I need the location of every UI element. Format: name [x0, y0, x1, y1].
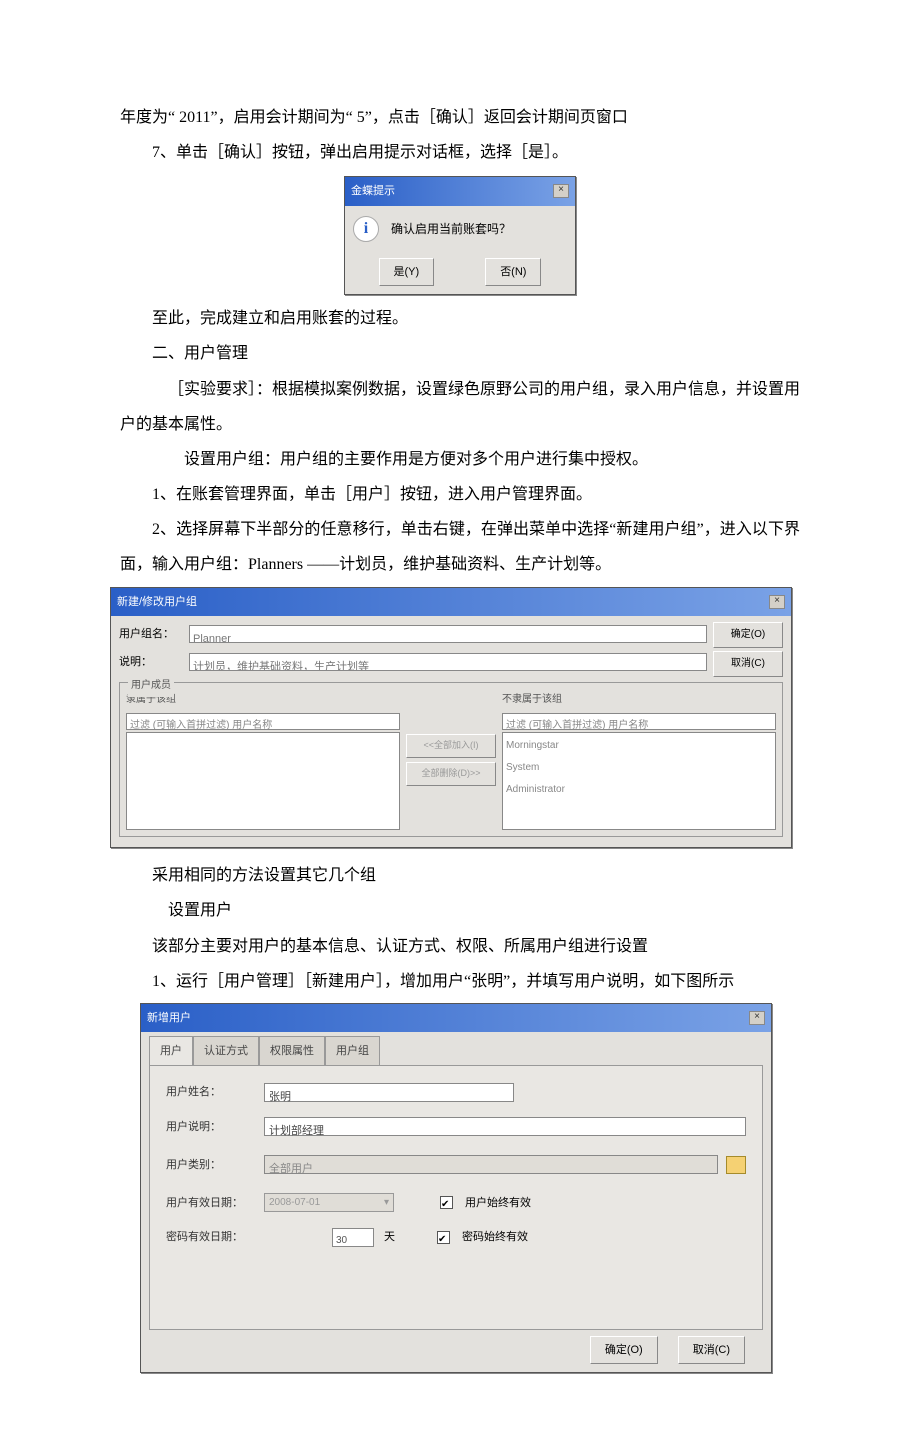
heading-user-management: 二、用户管理 — [120, 336, 800, 371]
cancel-button[interactable]: 取消(C) — [713, 651, 783, 677]
no-button[interactable]: 否(N) — [485, 258, 541, 286]
pwd-days-input[interactable]: 30 — [332, 1228, 374, 1247]
text-group-step2: 2、选择屏幕下半部分的任意移行，单击右键，在弹出菜单中选择“新建用户组”，进入以… — [120, 512, 800, 582]
user-type-label: 用户类别： — [166, 1153, 256, 1177]
user-group-dialog-title: 新建/修改用户组 — [117, 590, 197, 614]
confirm-dialog: 金蝶提示 × i 确认启用当前账套吗？ 是(Y) 否(N) — [344, 176, 576, 295]
tab-auth[interactable]: 认证方式 — [193, 1036, 259, 1065]
add-all-button[interactable]: <<全部加入(I) — [406, 734, 496, 758]
member-right-filter[interactable]: 过滤 (可输入首拼过滤) 用户名称 — [502, 713, 776, 730]
close-icon[interactable]: × — [769, 595, 785, 609]
ok-button[interactable]: 确定(O) — [590, 1336, 658, 1364]
user-type-input[interactable]: 全部用户 — [264, 1155, 718, 1174]
pwd-always-valid-checkbox[interactable] — [437, 1231, 450, 1244]
tab-group[interactable]: 用户组 — [325, 1036, 380, 1065]
user-always-valid-label: 用户始终有效 — [465, 1191, 531, 1215]
user-valid-label: 用户有效日期： — [166, 1191, 256, 1215]
cancel-button[interactable]: 取消(C) — [678, 1336, 745, 1364]
confirm-dialog-message: 确认启用当前账套吗？ — [391, 216, 511, 242]
user-desc-input[interactable]: 计划部经理 — [264, 1117, 746, 1136]
tab-perm[interactable]: 权限属性 — [259, 1036, 325, 1065]
user-desc-label: 用户说明： — [166, 1115, 256, 1139]
new-user-dialog-title: 新增用户 — [147, 1006, 191, 1030]
group-desc-label: 说明： — [119, 650, 183, 674]
text-set-user-desc: 该部分主要对用户的基本信息、认证方式、权限、所属用户组进行设置 — [120, 929, 800, 964]
close-icon[interactable]: × — [553, 184, 569, 198]
remove-all-button[interactable]: 全部删除(D)>> — [406, 762, 496, 786]
group-name-label: 用户组名： — [119, 622, 183, 646]
text-done: 至此，完成建立和启用账套的过程。 — [120, 301, 800, 336]
member-left-filter[interactable]: 过滤 (可输入首拼过滤) 用户名称 — [126, 713, 400, 730]
group-desc-input[interactable]: 计划员，维护基础资料，生产计划等 — [189, 653, 707, 671]
text-set-user: 设置用户 — [120, 893, 800, 928]
yes-button[interactable]: 是(Y) — [379, 258, 435, 286]
text-set-group: 设置用户组：用户组的主要作用是方便对多个用户进行集中授权。 — [120, 442, 800, 477]
text-same-method: 采用相同的方法设置其它几个组 — [120, 858, 800, 893]
user-name-input[interactable]: 张明 — [264, 1083, 514, 1102]
pwd-valid-label: 密码有效日期： — [166, 1225, 256, 1249]
text-user-step1: 1、运行［用户管理］［新建用户］，增加用户“张明”，并填写用户说明，如下图所示 — [120, 964, 800, 999]
user-always-valid-checkbox[interactable] — [440, 1196, 453, 1209]
text-group-step1: 1、在账套管理界面，单击［用户］按钮，进入用户管理界面。 — [120, 477, 800, 512]
members-groupbox-legend: 用户成员 — [128, 675, 174, 697]
new-user-dialog: 新增用户 × 用户 认证方式 权限属性 用户组 用户姓名： 张明 用户说明： 计… — [140, 1003, 772, 1374]
user-group-dialog: 新建/修改用户组 × 用户组名： Planner 说明： 计划员，维护基础资料，… — [110, 587, 792, 849]
chevron-down-icon: ▾ — [384, 1192, 389, 1214]
text-requirement: ［实验要求］：根据模拟案例数据，设置绿色原野公司的用户组，录入用户信息，并设置用… — [120, 372, 800, 442]
text-step7: 7、单击［确认］按钮，弹出启用提示对话框，选择［是］。 — [120, 135, 800, 170]
pwd-days-unit: 天 — [384, 1225, 395, 1249]
close-icon[interactable]: × — [749, 1011, 765, 1025]
text-lead: 年度为“ 2011”，启用会计期间为“ 5”，点击［确认］返回会计期间页窗口 — [120, 100, 800, 135]
member-left-list[interactable] — [126, 732, 400, 830]
info-icon: i — [353, 216, 379, 242]
group-name-input[interactable]: Planner — [189, 625, 707, 643]
folder-icon[interactable] — [726, 1156, 746, 1174]
pwd-always-valid-label: 密码始终有效 — [462, 1225, 528, 1249]
member-right-list[interactable]: Morningstar System Administrator — [502, 732, 776, 830]
user-valid-date-value: 2008-07-01 — [269, 1192, 320, 1214]
tab-user[interactable]: 用户 — [149, 1036, 193, 1065]
member-right-sub: 不隶属于该组 — [502, 689, 776, 711]
confirm-dialog-title: 金蝶提示 — [351, 179, 395, 203]
user-valid-date[interactable]: 2008-07-01 ▾ — [264, 1193, 394, 1212]
ok-button[interactable]: 确定(O) — [713, 622, 783, 648]
user-name-label: 用户姓名： — [166, 1080, 256, 1104]
